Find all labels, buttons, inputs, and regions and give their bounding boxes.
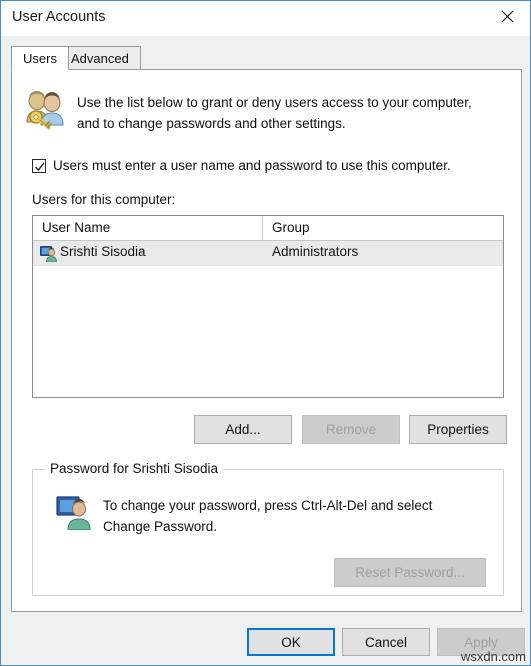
users-list-header: User Name Group bbox=[33, 216, 503, 241]
password-group-box: Password for Srishti Sisodia To change y… bbox=[32, 461, 504, 596]
apply-button-label: Apply bbox=[464, 634, 498, 650]
users-list-caption: Users for this computer: bbox=[32, 192, 176, 207]
require-password-label: Users must enter a user name and passwor… bbox=[53, 158, 451, 173]
remove-button-label: Remove bbox=[325, 422, 377, 437]
users-key-icon bbox=[22, 89, 68, 131]
reset-password-button: Reset Password... bbox=[334, 558, 486, 587]
tab-strip: Users Advanced bbox=[11, 46, 521, 70]
column-divider[interactable] bbox=[262, 216, 263, 241]
users-list[interactable]: User Name Group Srishti Sisodia Administ… bbox=[32, 215, 504, 398]
ok-button-label: OK bbox=[281, 634, 301, 650]
user-accounts-dialog: User Accounts Users Advanced Use the lis… bbox=[0, 0, 531, 666]
window-title: User Accounts bbox=[12, 9, 106, 25]
tab-advanced-label: Advanced bbox=[71, 50, 129, 66]
cancel-button[interactable]: Cancel bbox=[342, 628, 430, 656]
ok-button[interactable]: OK bbox=[247, 628, 335, 656]
row-group: Administrators bbox=[272, 244, 359, 259]
add-button[interactable]: Add... bbox=[194, 415, 292, 444]
watermark: wsxdn.com bbox=[460, 649, 526, 664]
properties-button[interactable]: Properties bbox=[409, 415, 507, 444]
row-user-name: Srishti Sisodia bbox=[60, 244, 146, 259]
close-icon[interactable] bbox=[485, 1, 530, 32]
tab-users[interactable]: Users bbox=[11, 46, 69, 70]
remove-button: Remove bbox=[302, 415, 400, 444]
properties-button-label: Properties bbox=[427, 422, 489, 437]
table-row[interactable]: Srishti Sisodia Administrators bbox=[33, 241, 503, 266]
users-tab-panel: Use the list below to grant or deny user… bbox=[11, 69, 522, 612]
checkbox-box bbox=[32, 158, 46, 173]
user-monitor-icon bbox=[40, 245, 57, 263]
reset-password-button-label: Reset Password... bbox=[355, 565, 465, 580]
column-header-group[interactable]: Group bbox=[272, 220, 310, 235]
column-header-user-name[interactable]: User Name bbox=[42, 220, 110, 235]
title-bar: User Accounts bbox=[1, 1, 530, 36]
password-instructions: To change your password, press Ctrl-Alt-… bbox=[103, 498, 433, 534]
tab-users-label: Users bbox=[23, 50, 57, 66]
password-group-legend: Password for Srishti Sisodia bbox=[45, 461, 224, 476]
dialog-footer: OK Cancel Apply wsxdn.com bbox=[1, 612, 530, 665]
add-button-label: Add... bbox=[225, 422, 261, 437]
user-monitor-icon bbox=[56, 494, 92, 531]
require-password-checkbox[interactable]: Users must enter a user name and passwor… bbox=[32, 158, 451, 173]
panel-description: Use the list below to grant or deny user… bbox=[77, 95, 472, 131]
cancel-button-label: Cancel bbox=[364, 634, 408, 650]
tab-advanced[interactable]: Advanced bbox=[59, 46, 141, 70]
